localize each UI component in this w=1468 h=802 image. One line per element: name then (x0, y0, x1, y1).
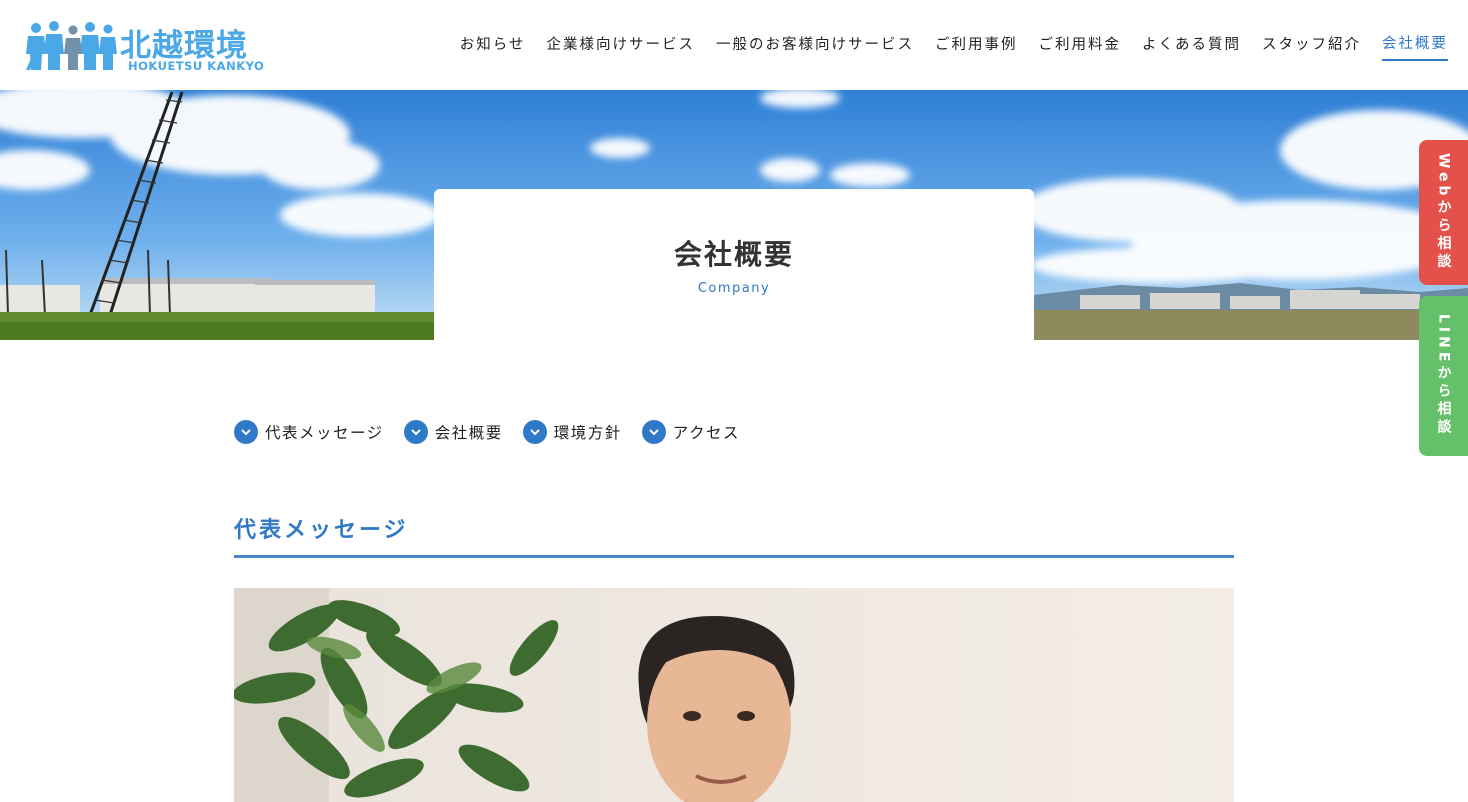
anchor-environment-policy[interactable]: 環境方針 (522, 420, 622, 444)
section-title-message: 代表メッセージ (234, 518, 409, 543)
anchor-links: 代表メッセージ 会社概要 環境方針 アクセス (234, 420, 740, 444)
line-consult-label: LINEから相談 (1435, 314, 1452, 438)
chevron-down-icon (403, 420, 428, 444)
main-nav: お知らせ 企業様向けサービス 一般のお客様向けサービス ご利用事例 ご利用料金 … (460, 32, 1448, 61)
site-logo[interactable]: 北越環境 HOKUETSU KANKYO (24, 20, 264, 74)
nav-item-company[interactable]: 会社概要 (1382, 32, 1448, 61)
chevron-down-icon (522, 420, 547, 444)
hero-title-card: 会社概要 Company (434, 189, 1034, 341)
line-consult-button[interactable]: LINEから相談 (1419, 296, 1468, 456)
web-consult-button[interactable]: Webから相談 (1419, 140, 1468, 285)
nav-item-faq[interactable]: よくある質問 (1142, 33, 1241, 60)
nav-item-staff[interactable]: スタッフ紹介 (1262, 33, 1361, 60)
anchor-company[interactable]: 会社概要 (403, 420, 503, 444)
chevron-down-icon (234, 420, 258, 444)
logo-subtitle: HOKUETSU KANKYO (128, 59, 265, 73)
anchor-message[interactable]: 代表メッセージ (234, 420, 384, 444)
anchor-label: アクセス (672, 424, 740, 442)
web-consult-label: Webから相談 (1435, 153, 1452, 272)
page-title: 会社概要 (673, 238, 794, 271)
nav-item-case-studies[interactable]: ご利用事例 (935, 33, 1018, 60)
nav-item-general-services[interactable]: 一般のお客様向けサービス (716, 33, 914, 60)
nav-item-business-services[interactable]: 企業様向けサービス (547, 33, 696, 60)
representative-photo (234, 588, 1234, 802)
chevron-down-icon (641, 420, 666, 444)
anchor-access[interactable]: アクセス (641, 420, 740, 444)
nav-item-news[interactable]: お知らせ (460, 33, 526, 60)
anchor-label: 代表メッセージ (265, 424, 384, 442)
anchor-label: 会社概要 (434, 424, 503, 442)
site-header: 北越環境 HOKUETSU KANKYO お知らせ 企業様向けサービス 一般のお… (0, 0, 1468, 90)
anchor-label: 環境方針 (553, 424, 622, 442)
representative-portrait-image (234, 588, 1234, 802)
section-divider (234, 555, 1234, 558)
nav-item-pricing[interactable]: ご利用料金 (1039, 33, 1122, 60)
people-silhouettes-icon (26, 21, 117, 70)
page-subtitle: Company (697, 281, 771, 296)
